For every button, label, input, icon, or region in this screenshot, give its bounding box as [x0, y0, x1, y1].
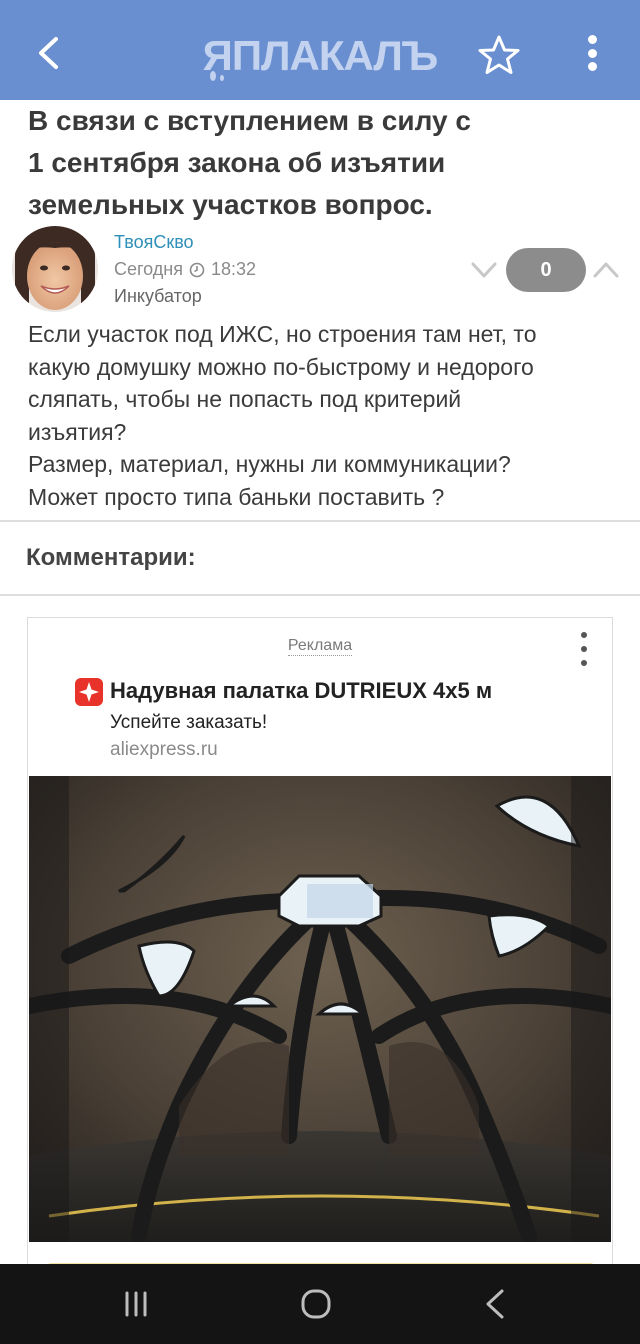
ad-label-text: Реклама	[287, 637, 353, 656]
ad-title[interactable]: Надувная палатка DUTRIEUX 4x5 м	[110, 678, 492, 704]
post-body-line: какую домушку можно по-быстрому и недоро…	[28, 353, 534, 380]
back-button[interactable]	[28, 30, 68, 76]
vote-down-icon[interactable]	[470, 258, 498, 282]
aliexpress-logo-icon	[75, 678, 103, 706]
post-body-line: Может просто типа баньки поставить ?	[28, 483, 445, 510]
post-body-line: Размер, материал, нужны ли коммуникации?	[28, 451, 511, 477]
post-title-line: 1 сентября закона об изъятии	[28, 147, 446, 178]
rating-badge: 0	[506, 248, 586, 292]
author-name[interactable]: ТвояСкво	[114, 232, 194, 253]
divider	[0, 520, 640, 522]
clock-icon	[189, 262, 205, 277]
post-body-line: Если участок под ИЖС, но строения там не…	[28, 321, 537, 347]
post-body-line: изъятия?	[28, 418, 127, 445]
logo-text: ЯПЛАКАЛЪ	[203, 32, 438, 79]
post-title-line: земельных участков вопрос.	[28, 189, 433, 220]
avatar[interactable]	[12, 226, 98, 312]
star-outline-icon[interactable]	[476, 34, 522, 76]
ad-label: Реклама	[28, 637, 612, 656]
post-title: В связи с вступлением в силу с 1 сентябр…	[28, 100, 588, 226]
ad-subtitle: Успейте заказать!	[110, 712, 268, 733]
vote-up-icon[interactable]	[592, 258, 620, 282]
ad-card[interactable]: Реклама Надувная палатка DUTRIEUX 4x5 м …	[27, 617, 613, 1277]
post-body: Если участок под ИЖС, но строения там не…	[28, 318, 628, 513]
post-date: Сегодня 18:32	[114, 259, 256, 280]
ad-more-icon[interactable]	[576, 632, 592, 666]
post-title-line: В связи с вступлением в силу с	[28, 105, 471, 136]
ad-domain[interactable]: aliexpress.ru	[110, 739, 218, 761]
comments-heading: Комментарии:	[26, 544, 196, 571]
post-group[interactable]: Инкубатор	[114, 286, 202, 307]
more-vertical-icon[interactable]	[576, 30, 608, 76]
site-logo[interactable]: ЯПЛАКАЛЪ	[186, 26, 454, 82]
post-body-line: сляпать, чтобы не попасть под критерий	[28, 386, 462, 412]
recent-apps-icon[interactable]	[116, 1286, 156, 1322]
post-date-label: Сегодня	[114, 259, 183, 279]
home-icon[interactable]	[296, 1286, 336, 1322]
system-back-icon[interactable]	[476, 1286, 516, 1322]
ad-image[interactable]	[29, 776, 611, 1242]
system-navbar	[0, 1264, 640, 1344]
chevron-left-icon	[39, 37, 58, 69]
divider	[0, 594, 640, 596]
app-header: ЯПЛАКАЛЪ	[0, 0, 640, 100]
post-time: 18:32	[211, 259, 257, 279]
